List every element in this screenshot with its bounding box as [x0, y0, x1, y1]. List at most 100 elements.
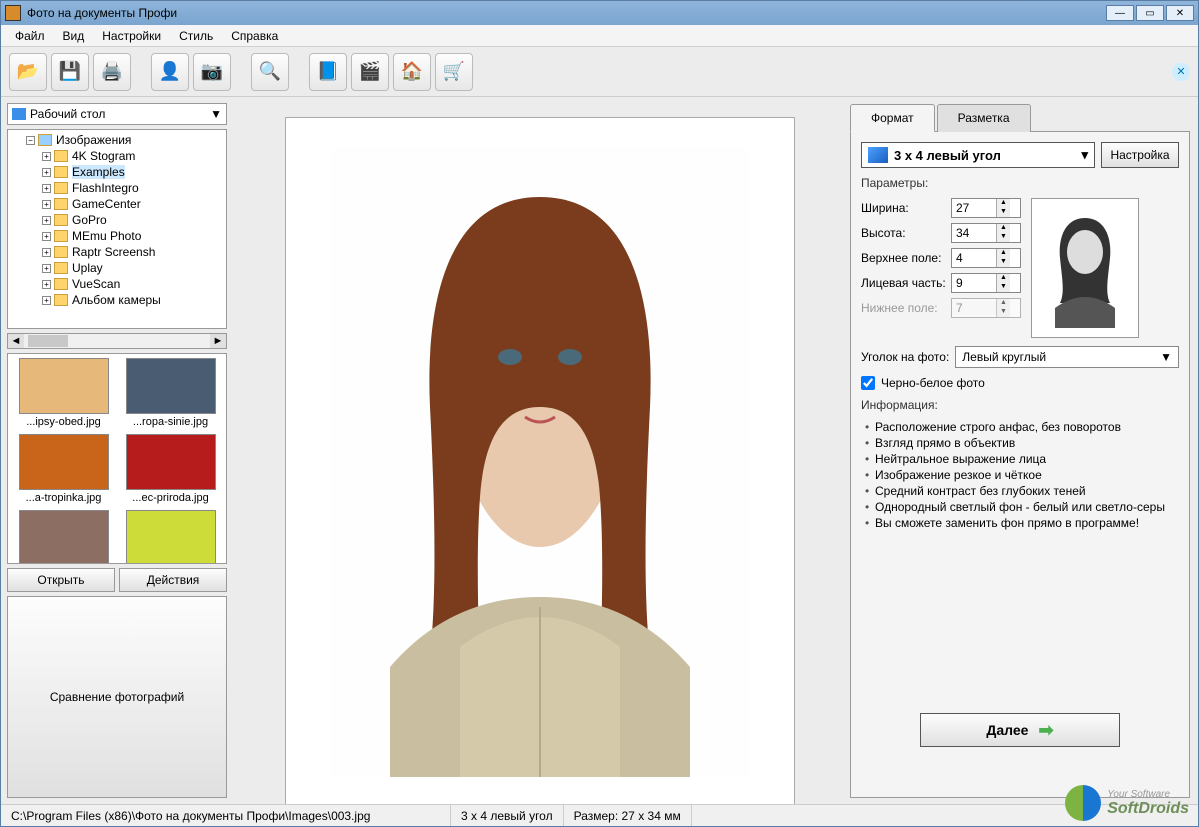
expand-icon[interactable]: +: [42, 216, 51, 225]
video-icon[interactable]: 🎬: [351, 53, 389, 91]
center-panel: [233, 97, 846, 804]
width-input[interactable]: [952, 201, 996, 215]
tree-item[interactable]: +Альбом камеры: [10, 292, 224, 308]
face-part-spinner[interactable]: ▲▼: [951, 273, 1021, 293]
right-panel: Формат Разметка 3 x 4 левый угол ▾ Настр…: [846, 97, 1198, 804]
corner-select[interactable]: Левый круглый ▼: [955, 346, 1179, 368]
expand-icon[interactable]: +: [42, 248, 51, 257]
tree-item[interactable]: +GoPro: [10, 212, 224, 228]
info-item: Однородный светлый фон - белый или светл…: [865, 500, 1179, 514]
format-select[interactable]: 3 x 4 левый угол ▾: [861, 142, 1095, 168]
thumbnails-grid[interactable]: ...ipsy-obed.jpg...ropa-sinie.jpg...a-tr…: [7, 353, 227, 564]
expand-icon[interactable]: +: [42, 296, 51, 305]
thumbnail-item[interactable]: ...ipsy-obed.jpg: [12, 358, 115, 428]
menu-settings[interactable]: Настройки: [94, 27, 169, 45]
minimize-button[interactable]: —: [1106, 5, 1134, 21]
format-settings-button[interactable]: Настройка: [1101, 142, 1179, 168]
thumbnail-item[interactable]: ...ropa-sinie.jpg: [119, 358, 222, 428]
camera-icon[interactable]: 📷: [193, 53, 231, 91]
help-book-icon[interactable]: 📘: [309, 53, 347, 91]
user-search-icon[interactable]: 👤: [151, 53, 189, 91]
app-icon: [5, 5, 21, 21]
face-part-label: Лицевая часть:: [861, 276, 951, 290]
folder-dropdown[interactable]: Рабочий стол ▼: [7, 103, 227, 125]
next-button[interactable]: Далее ➡: [920, 713, 1120, 747]
compare-button[interactable]: Сравнение фотографий: [7, 596, 227, 799]
folder-dropdown-label: Рабочий стол: [30, 107, 105, 121]
desktop-icon: [12, 108, 26, 120]
expand-icon[interactable]: +: [42, 264, 51, 273]
expand-icon[interactable]: +: [42, 232, 51, 241]
chevron-down-icon: ▾: [1081, 147, 1088, 163]
menubar: Файл Вид Настройки Стиль Справка: [1, 25, 1198, 47]
next-button-label: Далее: [986, 722, 1028, 738]
status-format: 3 x 4 левый угол: [451, 805, 564, 826]
thumbnail-item[interactable]: ...-syr-griby.jpg: [119, 510, 222, 564]
height-spinner[interactable]: ▲▼: [951, 223, 1021, 243]
thumbnail-item[interactable]: ...svety-ser.jpg: [12, 510, 115, 564]
tree-item[interactable]: +GameCenter: [10, 196, 224, 212]
top-margin-input[interactable]: [952, 251, 996, 265]
info-list: Расположение строго анфас, без поворотов…: [861, 420, 1179, 532]
zoom-web-icon[interactable]: 🔍: [251, 53, 289, 91]
tree-item[interactable]: +Uplay: [10, 260, 224, 276]
actions-button[interactable]: Действия: [119, 568, 227, 592]
collapse-icon[interactable]: −: [26, 136, 35, 145]
top-margin-spinner[interactable]: ▲▼: [951, 248, 1021, 268]
tree-item[interactable]: +FlashIntegro: [10, 180, 224, 196]
info-item: Нейтральное выражение лица: [865, 452, 1179, 466]
save-icon[interactable]: 💾: [51, 53, 89, 91]
tree-item[interactable]: +VueScan: [10, 276, 224, 292]
folder-tree[interactable]: − Изображения +4K Stogram+Examples+Flash…: [7, 129, 227, 329]
tree-item[interactable]: +Raptr Screensh: [10, 244, 224, 260]
maximize-button[interactable]: ▭: [1136, 5, 1164, 21]
menu-view[interactable]: Вид: [55, 27, 93, 45]
open-folder-icon[interactable]: 📂: [9, 53, 47, 91]
menu-style[interactable]: Стиль: [171, 27, 221, 45]
params-title: Параметры:: [861, 176, 1179, 190]
status-path: C:\Program Files (x86)\Фото на документы…: [1, 805, 451, 826]
info-item: Вы сможете заменить фон прямо в программ…: [865, 516, 1179, 530]
home-icon[interactable]: 🏠: [393, 53, 431, 91]
expand-icon[interactable]: +: [42, 168, 51, 177]
open-button[interactable]: Открыть: [7, 568, 115, 592]
print-icon[interactable]: 🖨️: [93, 53, 131, 91]
face-part-input[interactable]: [952, 276, 996, 290]
thumbnail-item[interactable]: ...a-tropinka.jpg: [12, 434, 115, 504]
tree-hscrollbar[interactable]: ◄►: [7, 333, 227, 349]
info-title: Информация:: [861, 398, 1179, 412]
height-input[interactable]: [952, 226, 996, 240]
tree-item[interactable]: +Examples: [10, 164, 224, 180]
tab-markup[interactable]: Разметка: [937, 104, 1031, 132]
info-item: Средний контраст без глубоких теней: [865, 484, 1179, 498]
bottom-margin-label: Нижнее поле:: [861, 301, 951, 315]
toolbar: 📂 💾 🖨️ 👤 📷 🔍 📘 🎬 🏠 🛒 ✕: [1, 47, 1198, 97]
tree-item[interactable]: +4K Stogram: [10, 148, 224, 164]
menu-help[interactable]: Справка: [223, 27, 286, 45]
photo-canvas[interactable]: [285, 117, 795, 804]
expand-icon[interactable]: +: [42, 152, 51, 161]
chevron-down-icon: ▼: [210, 107, 222, 121]
bottom-margin-spinner: ▲▼: [951, 298, 1021, 318]
titlebar: Фото на документы Профи — ▭ ✕: [1, 1, 1198, 25]
width-spinner[interactable]: ▲▼: [951, 198, 1021, 218]
format-icon: [868, 147, 888, 163]
expand-icon[interactable]: +: [42, 184, 51, 193]
expand-icon[interactable]: +: [42, 200, 51, 209]
tree-item-images[interactable]: − Изображения: [10, 132, 224, 148]
cart-icon[interactable]: 🛒: [435, 53, 473, 91]
bottom-margin-input: [952, 301, 996, 315]
thumbnail-item[interactable]: ...ec-priroda.jpg: [119, 434, 222, 504]
arrow-right-icon: ➡: [1038, 720, 1053, 741]
left-panel: Рабочий стол ▼ − Изображения +4K Stogram…: [1, 97, 233, 804]
close-button[interactable]: ✕: [1166, 5, 1194, 21]
menu-file[interactable]: Файл: [7, 27, 53, 45]
tab-format[interactable]: Формат: [850, 104, 935, 132]
preview-thumbnail: [1031, 198, 1139, 338]
toolbar-close-icon[interactable]: ✕: [1172, 63, 1190, 81]
expand-icon[interactable]: +: [42, 280, 51, 289]
status-size: Размер: 27 x 34 мм: [564, 805, 692, 826]
bw-checkbox[interactable]: [861, 376, 875, 390]
tree-item[interactable]: +MEmu Photo: [10, 228, 224, 244]
height-label: Высота:: [861, 226, 951, 240]
